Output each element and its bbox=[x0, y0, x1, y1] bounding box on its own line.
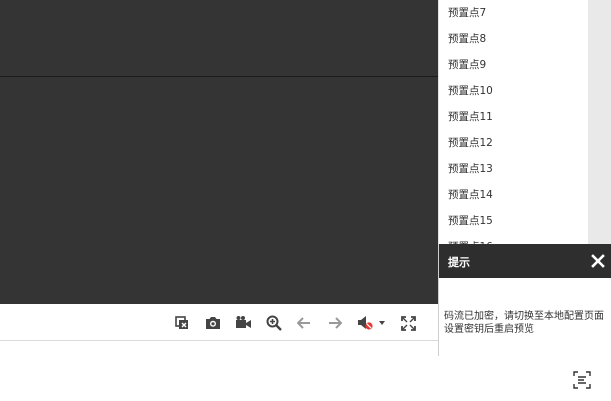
audio-muted-icon[interactable] bbox=[356, 313, 386, 333]
preset-item[interactable]: 预置点15 bbox=[439, 208, 589, 234]
close-icon[interactable] bbox=[590, 253, 606, 269]
capture-icon[interactable] bbox=[203, 313, 223, 333]
video-area bbox=[0, 0, 438, 304]
next-icon[interactable] bbox=[325, 313, 345, 333]
preset-list: 预置点7 预置点8 预置点9 预置点10 预置点11 预置点12 预置点13 预… bbox=[439, 0, 589, 244]
close-all-windows-icon[interactable] bbox=[172, 313, 192, 333]
preset-item[interactable]: 预置点9 bbox=[439, 52, 589, 78]
preset-item[interactable]: 预置点14 bbox=[439, 182, 589, 208]
preset-panel: 预置点7 预置点8 预置点9 预置点10 预置点11 预置点12 预置点13 预… bbox=[438, 0, 611, 244]
preset-item[interactable]: 预置点11 bbox=[439, 104, 589, 130]
preset-item[interactable]: 预置点13 bbox=[439, 156, 589, 182]
video-window-main[interactable] bbox=[0, 78, 438, 304]
dialog-message: 码流已加密，请切换至本地配置页面设置密钥后重启预览 bbox=[444, 311, 604, 335]
preset-scrollbar[interactable] bbox=[588, 0, 611, 244]
preview-toolbar bbox=[0, 304, 438, 341]
fullscreen-icon[interactable] bbox=[398, 313, 418, 333]
text-scan-icon[interactable] bbox=[572, 370, 592, 390]
preset-item[interactable]: 预置点10 bbox=[439, 78, 589, 104]
preset-item[interactable]: 预置点7 bbox=[439, 0, 589, 26]
video-window-top[interactable] bbox=[0, 0, 438, 77]
dialog-header: 提示 bbox=[439, 244, 611, 278]
tip-dialog: 提示 码流已加密，请切换至本地配置页面设置密钥后重启预览 bbox=[438, 244, 611, 356]
dialog-title: 提示 bbox=[448, 256, 470, 269]
digital-zoom-icon[interactable] bbox=[264, 313, 284, 333]
preset-item[interactable]: 预置点12 bbox=[439, 130, 589, 156]
preset-item[interactable]: 预置点8 bbox=[439, 26, 589, 52]
previous-icon[interactable] bbox=[294, 313, 314, 333]
preset-item[interactable]: 预置点16 bbox=[439, 234, 589, 244]
live-view-page: 预置点7 预置点8 预置点9 预置点10 预置点11 预置点12 预置点13 预… bbox=[0, 0, 611, 401]
record-icon[interactable] bbox=[233, 313, 253, 333]
